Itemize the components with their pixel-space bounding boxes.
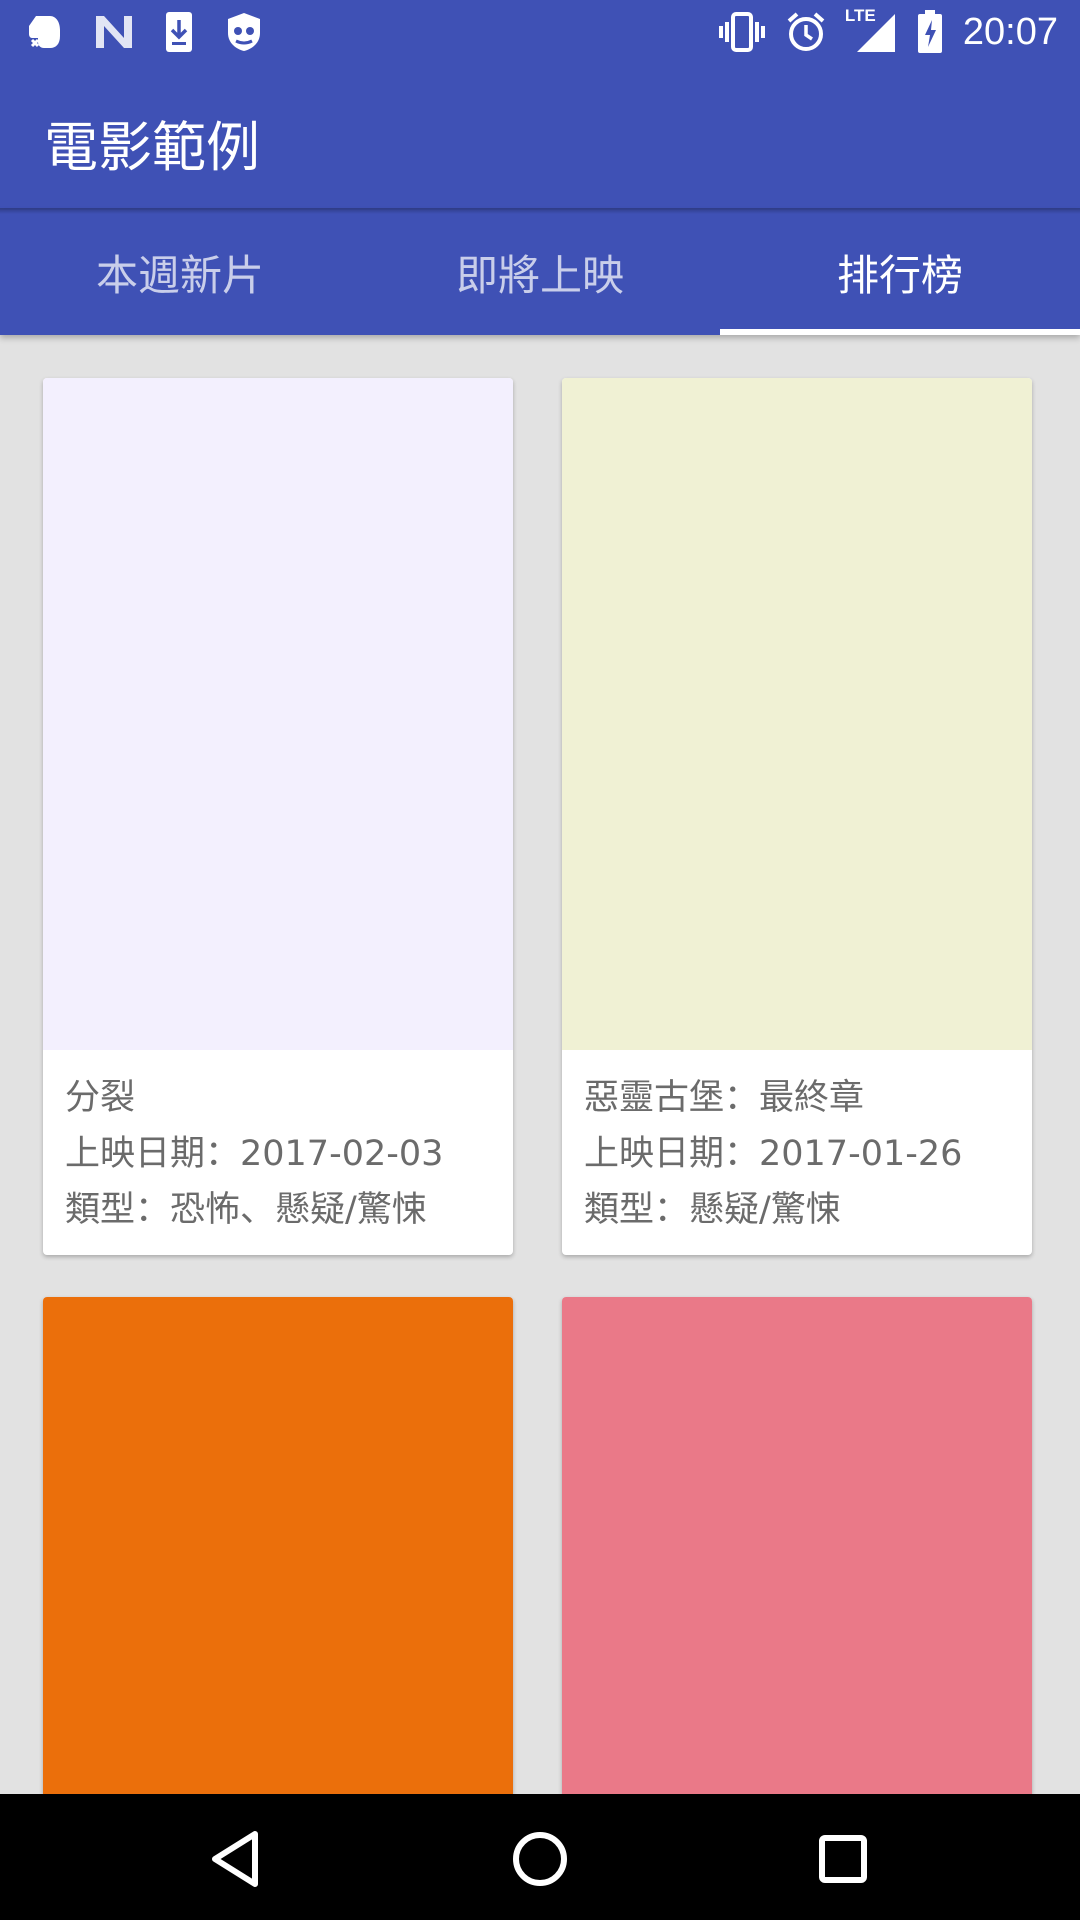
appbar-divider [0, 208, 1080, 214]
tab-ranking[interactable]: 排行榜 [720, 210, 1080, 335]
movie-poster[interactable] [562, 378, 1032, 1050]
lte-signal-icon: LTE [845, 6, 897, 54]
movie-card[interactable]: 分裂 上映日期：2017-02-03 類型：恐怖、懸疑/驚悚 [43, 378, 513, 1255]
notification-icons [28, 10, 264, 54]
navigation-bar [0, 1794, 1080, 1920]
tab-this-week[interactable]: 本週新片 [0, 210, 360, 335]
movie-genre: 類型：懸疑/驚悚 [584, 1190, 841, 1230]
movie-release-date: 上映日期：2017-01-26 [584, 1134, 963, 1174]
back-icon[interactable] [201, 1824, 271, 1894]
evernote-icon [29, 16, 60, 48]
lte-label: LTE [844, 6, 876, 25]
clock: 20:07 [962, 10, 1058, 53]
movie-card[interactable]: 惡靈古堡：最終章 上映日期：2017-01-26 類型：懸疑/驚悚 [562, 378, 1032, 1255]
status-bar: LTE 20:07 [0, 0, 1080, 63]
alarm-icon [787, 12, 825, 51]
tab-indicator [720, 329, 1080, 335]
system-icons: LTE 20:07 [718, 6, 1058, 56]
movie-title: 惡靈古堡：最終章 [584, 1078, 865, 1118]
movie-info: 分裂 上映日期：2017-02-03 類型：恐怖、懸疑/驚悚 [43, 1050, 513, 1238]
movie-poster[interactable] [43, 378, 513, 1050]
n-icon [96, 16, 132, 48]
movie-title: 分裂 [65, 1078, 136, 1118]
battery-charging-icon [917, 10, 942, 53]
page-title: 電影範例 [44, 116, 260, 179]
movie-release-date: 上映日期：2017-02-03 [65, 1134, 444, 1174]
vibrate-icon [718, 12, 765, 52]
movie-info: 惡靈古堡：最終章 上映日期：2017-01-26 類型：懸疑/驚悚 [562, 1050, 1032, 1238]
shield-icon [228, 13, 260, 51]
home-icon[interactable] [505, 1824, 575, 1894]
recents-icon[interactable] [808, 1824, 878, 1894]
movie-genre: 類型：恐怖、懸疑/驚悚 [65, 1190, 427, 1230]
tab-coming-soon[interactable]: 即將上映 [360, 210, 720, 335]
download-icon [166, 12, 192, 52]
app-bar: 電影範例 [0, 63, 1080, 210]
tab-bar: 本週新片 即將上映 排行榜 [0, 210, 1080, 335]
